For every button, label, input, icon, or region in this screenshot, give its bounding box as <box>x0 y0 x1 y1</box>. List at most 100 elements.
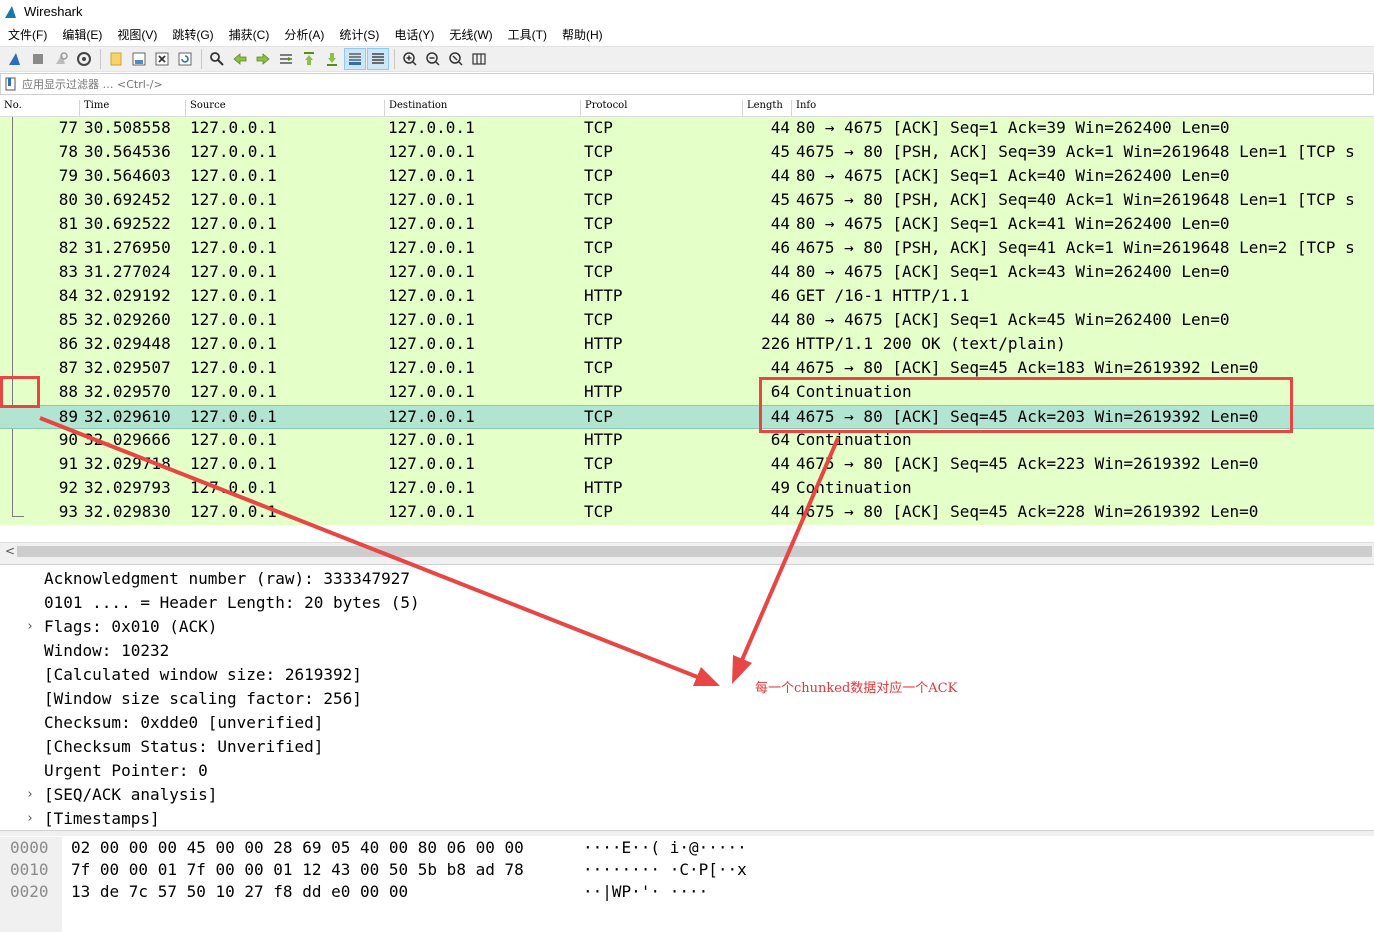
stop-icon[interactable] <box>27 48 49 70</box>
annotation-text: 每一个chunked数据对应一个ACK <box>755 681 958 696</box>
open-file-icon[interactable] <box>105 48 127 70</box>
last-packet-icon[interactable] <box>321 48 343 70</box>
bytes-hex[interactable]: 13 de 7c 57 50 10 27 f8 dd e0 00 00 <box>71 881 408 903</box>
table-row[interactable]: 77 30.508558 127.0.0.1 127.0.0.1 TCP 44 80 → 4… <box>0 117 1374 141</box>
column-header-no[interactable]: No. <box>0 100 22 116</box>
go-back-icon[interactable] <box>229 48 251 70</box>
cell-no: 93 <box>58 502 78 521</box>
window-title: Wireshark <box>24 4 83 19</box>
cell-len: 44 <box>770 118 790 137</box>
zoom-in-icon[interactable] <box>399 48 421 70</box>
table-row[interactable]: 82 31.276950 127.0.0.1 127.0.0.1 TCP 46 4675 →… <box>0 237 1374 261</box>
column-header-protocol[interactable]: Protocol <box>580 100 627 116</box>
shark-fin-icon[interactable] <box>4 48 26 70</box>
expand-arrow-icon[interactable]: › <box>26 615 34 639</box>
bytes-offset[interactable]: 0010 <box>10 859 49 881</box>
colorize-icon[interactable] <box>367 48 389 70</box>
menu-item[interactable]: 帮助(H) <box>554 26 610 43</box>
table-row[interactable]: 80 30.692452 127.0.0.1 127.0.0.1 TCP 45 4675 →… <box>0 189 1374 213</box>
annotation-box-ack-marker <box>0 376 40 408</box>
menu-item[interactable]: 跳转(G) <box>164 26 220 43</box>
table-row[interactable]: 81 30.692522 127.0.0.1 127.0.0.1 TCP 44 80 → 4… <box>0 213 1374 237</box>
bytes-offset[interactable]: 0000 <box>10 837 49 859</box>
cell-info: 80 → 4675 [ACK] Seq=1 Ack=39 Win=262400 … <box>796 118 1230 137</box>
table-row[interactable]: 92 32.029793 127.0.0.1 127.0.0.1 HTTP 49 Conti… <box>0 477 1374 501</box>
first-packet-icon[interactable] <box>298 48 320 70</box>
menu-item[interactable]: 编辑(E) <box>54 26 109 43</box>
reload-icon[interactable] <box>174 48 196 70</box>
menu-item[interactable]: 电话(Y) <box>386 26 441 43</box>
cell-time: 32.029666 <box>84 430 171 449</box>
cell-no: 85 <box>58 310 78 329</box>
table-row[interactable]: 79 30.564603 127.0.0.1 127.0.0.1 TCP 44 80 → 4… <box>0 165 1374 189</box>
cell-no: 86 <box>58 334 78 353</box>
go-forward-icon[interactable] <box>252 48 274 70</box>
expand-arrow-icon[interactable]: › <box>26 783 34 807</box>
zoom-out-icon[interactable] <box>422 48 444 70</box>
cell-no: 81 <box>58 214 78 233</box>
cell-len: 44 <box>770 454 790 473</box>
table-row[interactable]: 78 30.564536 127.0.0.1 127.0.0.1 TCP 45 4675 →… <box>0 141 1374 165</box>
bookmark-icon[interactable] <box>4 77 18 91</box>
cell-src: 127.0.0.1 <box>190 286 277 305</box>
resize-columns-icon[interactable] <box>468 48 490 70</box>
bytes-ascii[interactable]: ····E··( i·@····· <box>583 837 747 859</box>
cell-no: 92 <box>58 478 78 497</box>
cell-src: 127.0.0.1 <box>190 358 277 377</box>
column-header-time[interactable]: Time <box>79 100 109 116</box>
menu-item[interactable]: 文件(F) <box>0 26 54 43</box>
table-row[interactable]: 85 32.029260 127.0.0.1 127.0.0.1 TCP 44 80 → 4… <box>0 309 1374 333</box>
bytes-offset[interactable]: 0020 <box>10 881 49 903</box>
column-header-length[interactable]: Length <box>742 100 783 116</box>
scrollbar-thumb[interactable] <box>17 546 1372 557</box>
menu-item[interactable]: 无线(W) <box>441 26 499 43</box>
menu-item[interactable]: 捕获(C) <box>221 26 277 43</box>
table-row[interactable]: 93 32.029830 127.0.0.1 127.0.0.1 TCP 44 4675 →… <box>0 501 1374 525</box>
cell-dst: 127.0.0.1 <box>388 334 475 353</box>
pane-splitter[interactable] <box>0 830 1374 836</box>
column-header-source[interactable]: Source <box>185 100 226 116</box>
display-filter-input[interactable] <box>22 77 1352 91</box>
autoscroll-icon[interactable] <box>344 48 366 70</box>
expand-arrow-icon[interactable]: › <box>26 807 34 831</box>
bytes-ascii[interactable]: ········ ·C·P[··x <box>583 859 747 881</box>
bytes-hex[interactable]: 02 00 00 00 45 00 00 28 69 05 40 00 80 0… <box>71 837 524 859</box>
normal-size-icon[interactable] <box>445 48 467 70</box>
menu-item[interactable]: 分析(A) <box>276 26 331 43</box>
find-packet-icon[interactable] <box>206 48 228 70</box>
cell-len: 44 <box>770 358 790 377</box>
column-header-info[interactable]: Info <box>791 100 816 116</box>
packet-bytes-pane[interactable]: 0000 02 00 00 00 45 00 00 28 69 05 40 00 … <box>0 837 1374 932</box>
table-row[interactable]: 83 31.277024 127.0.0.1 127.0.0.1 TCP 44 80 → 4… <box>0 261 1374 285</box>
cell-time: 30.692452 <box>84 190 171 209</box>
packet-details-pane[interactable]: Acknowledgment number (raw): 333347927 01… <box>0 566 1374 830</box>
cell-src: 127.0.0.1 <box>190 166 277 185</box>
column-header-destination[interactable]: Destination <box>384 100 447 116</box>
close-file-icon[interactable] <box>151 48 173 70</box>
cell-dst: 127.0.0.1 <box>388 262 475 281</box>
pane-splitter[interactable] <box>0 559 1374 565</box>
cell-len: 45 <box>770 142 790 161</box>
menu-item[interactable]: 视图(V) <box>109 26 164 43</box>
cell-time: 31.276950 <box>84 238 171 257</box>
cell-no: 84 <box>58 286 78 305</box>
restart-icon[interactable] <box>50 48 72 70</box>
cell-len: 49 <box>770 478 790 497</box>
table-row[interactable]: 86 32.029448 127.0.0.1 127.0.0.1 HTTP 226 HTTP… <box>0 333 1374 357</box>
bytes-ascii[interactable]: ··|WP·'· ···· <box>583 881 708 903</box>
go-to-packet-icon[interactable] <box>275 48 297 70</box>
cell-proto: HTTP <box>584 286 623 305</box>
table-row[interactable]: 84 32.029192 127.0.0.1 127.0.0.1 HTTP 46 GET /… <box>0 285 1374 309</box>
cell-src: 127.0.0.1 <box>190 430 277 449</box>
menu-item[interactable]: 统计(S) <box>331 26 386 43</box>
menu-item[interactable]: 工具(T) <box>500 26 554 43</box>
cell-info: 4675 → 80 [PSH, ACK] Seq=39 Ack=1 Win=26… <box>796 142 1355 161</box>
packet-list[interactable]: 77 30.508558 127.0.0.1 127.0.0.1 TCP 44 80 → 4… <box>0 117 1374 525</box>
bytes-hex[interactable]: 7f 00 00 01 7f 00 00 01 12 43 00 50 5b b… <box>71 859 524 881</box>
save-file-icon[interactable] <box>128 48 150 70</box>
packet-list-hscrollbar[interactable]: < <box>0 542 1374 559</box>
scroll-left-icon[interactable]: < <box>5 543 15 560</box>
capture-options-icon[interactable] <box>73 48 95 70</box>
cell-src: 127.0.0.1 <box>190 238 277 257</box>
table-row[interactable]: 91 32.029718 127.0.0.1 127.0.0.1 TCP 44 4675 →… <box>0 453 1374 477</box>
